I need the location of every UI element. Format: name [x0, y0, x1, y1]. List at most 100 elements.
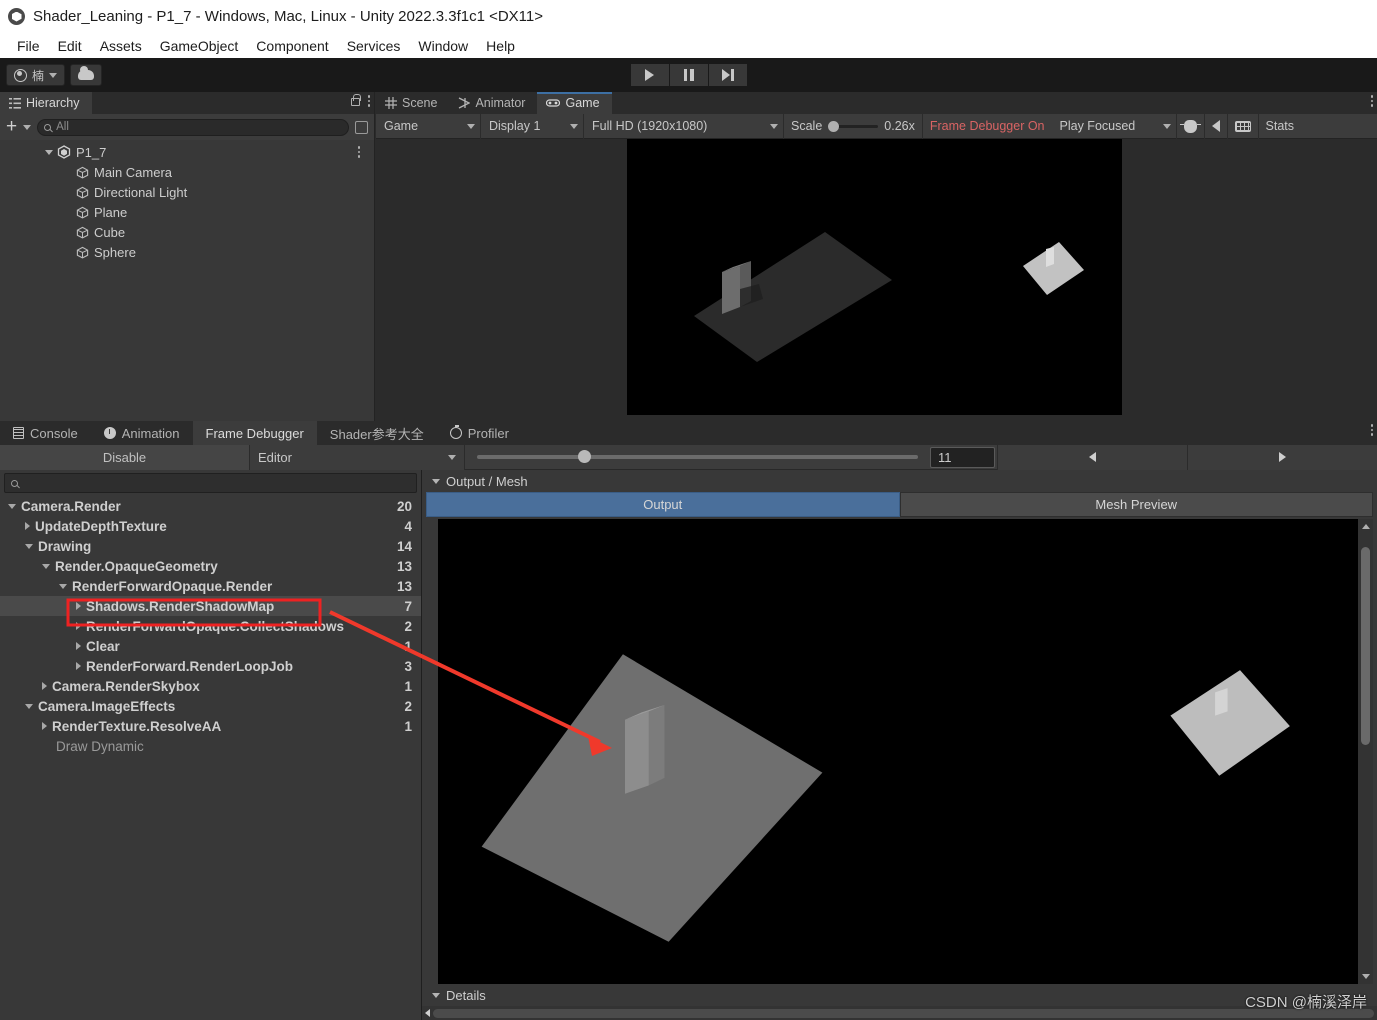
- game-render-canvas[interactable]: [376, 139, 1377, 421]
- kebab-menu-icon[interactable]: [1370, 95, 1373, 107]
- scale-slider-knob[interactable]: [828, 120, 840, 132]
- tab-shader-reference-label: Shader参考大全: [329, 426, 424, 442]
- menu-item-window[interactable]: Window: [409, 36, 477, 56]
- chevron-right-icon[interactable]: [76, 662, 81, 670]
- pause-button[interactable]: [669, 64, 708, 86]
- hierarchy-item-sphere[interactable]: Sphere: [0, 242, 374, 262]
- tree-row-renderforward-renderloopjob[interactable]: RenderForward.RenderLoopJob 3: [0, 656, 421, 676]
- menu-item-help[interactable]: Help: [477, 36, 524, 56]
- menu-item-gameobject[interactable]: GameObject: [151, 36, 248, 56]
- scrollbar-thumb[interactable]: [1361, 547, 1370, 745]
- chevron-right-icon[interactable]: [42, 722, 47, 730]
- chevron-down-icon[interactable]: [45, 149, 53, 155]
- chevron-right-icon[interactable]: [76, 642, 81, 650]
- previous-event-button[interactable]: [997, 444, 1187, 470]
- menu-item-file[interactable]: File: [8, 36, 49, 56]
- menu-item-assets[interactable]: Assets: [91, 36, 151, 56]
- kebab-menu-icon[interactable]: [1370, 424, 1373, 436]
- frame-debugger-search-input[interactable]: [4, 473, 417, 493]
- chevron-down-icon[interactable]: [8, 503, 16, 509]
- chevron-down-icon[interactable]: [59, 583, 67, 589]
- cloud-services-button[interactable]: [70, 64, 103, 86]
- hierarchy-item-plane[interactable]: Plane: [0, 202, 374, 222]
- tree-row-drawing[interactable]: Drawing 14: [0, 536, 421, 556]
- tab-scene[interactable]: Scene: [376, 92, 450, 114]
- scroll-left-icon[interactable]: [425, 1009, 430, 1017]
- event-slider[interactable]: [477, 450, 918, 463]
- output-horizontal-scrollbar[interactable]: [422, 1006, 1377, 1020]
- tree-row-renderforwardopaque-collectshadows[interactable]: RenderForwardOpaque.CollectShadows 2: [0, 616, 421, 636]
- audio-mode-dropdown[interactable]: Play Focused: [1052, 113, 1177, 139]
- tree-row-render-opaquegeometry[interactable]: Render.OpaqueGeometry 13: [0, 556, 421, 576]
- tab-output[interactable]: Output: [426, 492, 900, 517]
- chevron-right-icon[interactable]: [76, 602, 81, 610]
- play-button[interactable]: [630, 64, 669, 86]
- hierarchy-item-main-camera[interactable]: Main Camera: [0, 162, 374, 182]
- tab-animation[interactable]: Animation: [91, 421, 193, 445]
- account-button[interactable]: 楠: [6, 64, 66, 86]
- tree-row-clear[interactable]: Clear 1: [0, 636, 421, 656]
- event-index-input[interactable]: 11: [930, 446, 995, 468]
- menu-item-edit[interactable]: Edit: [49, 36, 91, 56]
- chevron-down-icon[interactable]: [23, 124, 32, 130]
- tree-row-rendertexture-resolveaa[interactable]: RenderTexture.ResolveAA 1: [0, 716, 421, 736]
- target-dropdown[interactable]: Editor: [250, 444, 465, 470]
- details-header[interactable]: Details: [422, 984, 1377, 1006]
- scroll-down-icon[interactable]: [1362, 974, 1370, 979]
- target-display-dropdown[interactable]: Game: [376, 113, 481, 139]
- menu-item-services[interactable]: Services: [338, 36, 410, 56]
- kebab-menu-icon[interactable]: [367, 95, 370, 107]
- gizmos-button[interactable]: [1228, 113, 1259, 139]
- resolution-dropdown[interactable]: Full HD (1920x1080): [584, 113, 784, 139]
- tree-row-renderforwardopaque-render[interactable]: RenderForwardOpaque.Render 13: [0, 576, 421, 596]
- tab-profiler[interactable]: Profiler: [437, 421, 522, 445]
- hierarchy-scene-label: P1_7: [76, 144, 107, 160]
- menu-item-component[interactable]: Component: [247, 36, 337, 56]
- tree-row-camera-render[interactable]: Camera.Render 20: [0, 496, 421, 516]
- scale-slider-control[interactable]: Scale 0.26x: [784, 113, 923, 139]
- display-dropdown[interactable]: Display 1: [481, 113, 584, 139]
- object-picker-icon[interactable]: [355, 120, 368, 134]
- chevron-right-icon[interactable]: [42, 682, 47, 690]
- chevron-right-icon[interactable]: [76, 622, 81, 630]
- hierarchy-item-cube[interactable]: Cube: [0, 222, 374, 242]
- tab-shader-reference[interactable]: Shader参考大全: [317, 421, 437, 445]
- tree-row-updatedepthtexture[interactable]: UpdateDepthTexture 4: [0, 516, 421, 536]
- tree-row-camera-imageeffects[interactable]: Camera.ImageEffects 2: [0, 696, 421, 716]
- scrollbar-thumb[interactable]: [433, 1008, 1374, 1018]
- scale-slider[interactable]: [828, 120, 879, 132]
- kebab-menu-icon[interactable]: [357, 146, 360, 158]
- step-button[interactable]: [708, 64, 747, 86]
- hierarchy-item-directional-light[interactable]: Directional Light: [0, 182, 374, 202]
- tab-game[interactable]: Game: [537, 92, 612, 114]
- event-slider-knob[interactable]: [578, 450, 592, 463]
- mute-audio-button[interactable]: [1205, 113, 1228, 139]
- hierarchy-search-input[interactable]: All: [37, 118, 349, 136]
- tree-row-draw-dynamic[interactable]: Draw Dynamic: [0, 736, 421, 756]
- chevron-right-icon[interactable]: [25, 522, 30, 530]
- tab-frame-debugger[interactable]: Frame Debugger: [192, 421, 317, 445]
- chevron-down-icon[interactable]: [432, 478, 440, 484]
- tab-mesh-preview[interactable]: Mesh Preview: [899, 492, 1373, 517]
- chevron-down-icon[interactable]: [42, 563, 50, 569]
- target-display-value: Game: [384, 119, 419, 133]
- tab-hierarchy[interactable]: Hierarchy: [0, 92, 92, 114]
- lock-icon[interactable]: [350, 94, 361, 107]
- chevron-down-icon[interactable]: [25, 703, 33, 709]
- tab-console[interactable]: Console: [0, 421, 91, 445]
- add-object-button[interactable]: +: [6, 117, 17, 136]
- scroll-up-icon[interactable]: [1362, 524, 1370, 529]
- chevron-down-icon[interactable]: [25, 543, 33, 549]
- next-event-button[interactable]: [1187, 444, 1377, 470]
- hierarchy-panel: Hierarchy + All P1_7 Main Camera Directi…: [0, 92, 375, 421]
- tab-animator[interactable]: Animator: [449, 92, 538, 114]
- tree-row-camera-renderskybox[interactable]: Camera.RenderSkybox 1: [0, 676, 421, 696]
- output-vertical-scrollbar[interactable]: [1358, 519, 1373, 984]
- chevron-down-icon[interactable]: [432, 992, 440, 998]
- tree-row-shadows-rendershadowmap[interactable]: Shadows.RenderShadowMap 7: [0, 596, 421, 616]
- output-mesh-header[interactable]: Output / Mesh: [422, 470, 1377, 492]
- disable-button[interactable]: Disable: [0, 444, 250, 470]
- stats-button[interactable]: Stats: [1259, 114, 1302, 139]
- debug-toggle-button[interactable]: [1177, 113, 1205, 139]
- hierarchy-scene-root[interactable]: P1_7: [0, 142, 374, 162]
